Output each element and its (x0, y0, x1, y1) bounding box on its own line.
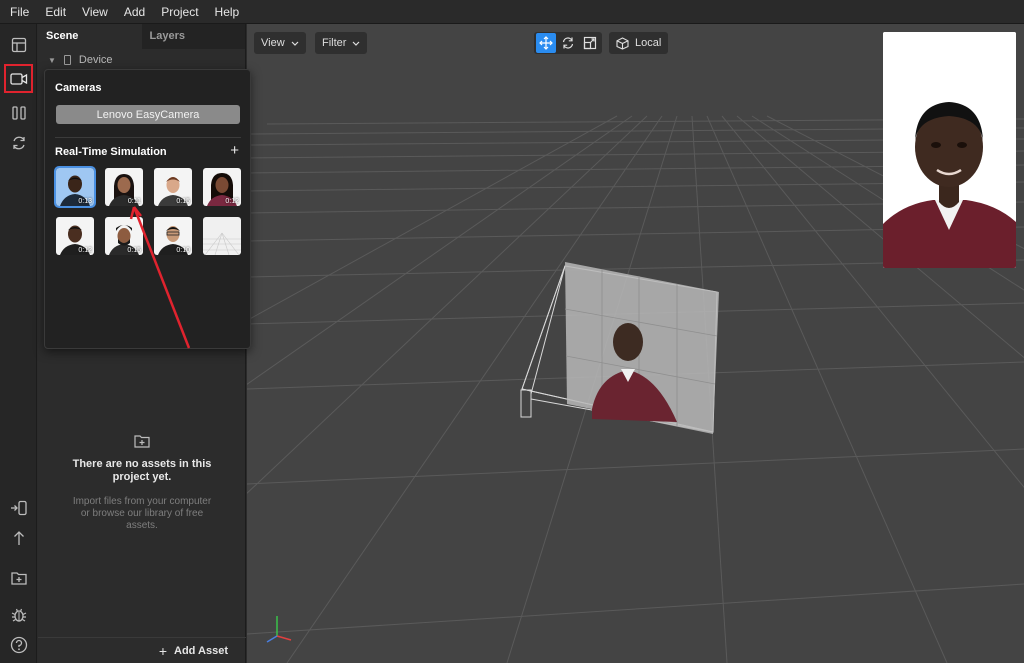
thumbnail-duration: 0:11 (127, 198, 141, 205)
thumbnail-duration: 0:15 (176, 198, 190, 205)
refresh-icon (12, 136, 25, 149)
scene-tree-device[interactable]: ▼ Device (38, 49, 245, 71)
upload-icon (13, 530, 24, 545)
simulation-thumbnail-grid[interactable] (203, 217, 241, 255)
space-label: Local (635, 37, 662, 49)
add-folder-button[interactable] (4, 563, 33, 592)
help-button[interactable] (4, 630, 33, 659)
device-import-button[interactable] (4, 493, 33, 522)
bug-icon (11, 608, 26, 622)
menu-view[interactable]: View (74, 5, 116, 19)
rotate-icon (562, 37, 574, 49)
add-simulation-button[interactable]: + (230, 142, 239, 159)
device-import-icon (10, 500, 27, 515)
cameras-title: Cameras (55, 82, 102, 94)
thumbnail-duration: 0:15 (127, 247, 141, 254)
tab-layers[interactable]: Layers (141, 24, 245, 49)
device-icon (63, 55, 71, 65)
scene-viewport[interactable]: View Filter Local (247, 24, 1024, 663)
chevron-down-icon (353, 41, 360, 46)
empty-assets-title: There are no assets in this project yet. (72, 458, 212, 483)
left-toolbar (0, 24, 37, 663)
move-icon (539, 36, 553, 50)
thumbnail-duration: 0:12 (78, 247, 92, 254)
add-asset-button[interactable]: + Add Asset (38, 637, 246, 663)
filter-dropdown[interactable]: Filter (315, 32, 368, 54)
refresh-button[interactable] (4, 128, 33, 157)
simulation-thumbnail[interactable]: 0:12 (203, 168, 241, 206)
simulation-thumbnail[interactable]: 0:13 (54, 166, 96, 208)
camera-select-button[interactable]: Lenovo EasyCamera (56, 105, 240, 124)
help-icon (10, 636, 27, 653)
thumbnail-duration: 0:13 (78, 198, 92, 205)
camera-icon (9, 72, 27, 85)
menu-bar: File Edit View Add Project Help (0, 0, 1024, 24)
menu-project[interactable]: Project (153, 5, 206, 19)
cameras-popover: Cameras Lenovo EasyCamera Real-Time Simu… (44, 69, 251, 349)
grid-thumbnail-icon (203, 232, 241, 255)
bug-button[interactable] (4, 600, 33, 629)
real-time-simulation-title: Real-Time Simulation (55, 146, 167, 158)
simulation-thumbnail[interactable]: 0:10 (154, 217, 192, 255)
menu-add[interactable]: Add (116, 5, 153, 19)
device-label: Device (78, 54, 113, 66)
view-label: View (261, 37, 285, 49)
scale-tool-button[interactable] (580, 33, 600, 53)
simulation-thumbnail[interactable]: 0:15 (105, 217, 143, 255)
upload-button[interactable] (4, 523, 33, 552)
thumbnail-duration: 0:12 (225, 198, 239, 205)
tab-scene[interactable]: Scene (38, 24, 142, 49)
add-asset-label: Add Asset (174, 644, 228, 657)
menu-help[interactable]: Help (207, 5, 248, 19)
axis-gizmo (266, 616, 292, 643)
filter-label: Filter (322, 37, 347, 49)
simulation-thumbnail[interactable]: 0:12 (56, 217, 94, 255)
panel-tabs: Scene Layers (38, 24, 245, 49)
divider (55, 137, 241, 138)
chevron-down-icon (291, 41, 299, 46)
pause-icon (11, 105, 26, 120)
move-tool-button[interactable] (536, 33, 556, 53)
menu-file[interactable]: File (0, 5, 37, 19)
thumbnail-duration: 0:10 (176, 247, 190, 254)
camera-button[interactable] (4, 64, 33, 93)
camera-preview (883, 32, 1016, 268)
menu-edit[interactable]: Edit (37, 5, 74, 19)
empty-assets-description: Import files from your computer or brows… (72, 496, 212, 531)
empty-assets-message: There are no assets in this project yet.… (38, 434, 246, 532)
simulation-thumbnail[interactable]: 0:11 (105, 168, 143, 206)
simulation-thumbnail[interactable]: 0:15 (154, 168, 192, 206)
rotate-tool-button[interactable] (558, 33, 578, 53)
plus-icon: + (158, 642, 167, 659)
view-dropdown[interactable]: View (254, 32, 306, 54)
expand-triangle-icon[interactable]: ▼ (48, 56, 56, 65)
layout-button[interactable] (4, 30, 33, 59)
scale-icon (583, 36, 597, 50)
cube-icon (616, 36, 629, 50)
add-folder-icon (10, 571, 27, 585)
webcam-feed-image (883, 32, 1016, 268)
layout-icon (11, 37, 26, 52)
add-folder-icon (134, 435, 150, 448)
transform-tools (534, 32, 602, 54)
pause-button[interactable] (4, 98, 33, 127)
space-toggle-button[interactable]: Local (609, 32, 669, 54)
